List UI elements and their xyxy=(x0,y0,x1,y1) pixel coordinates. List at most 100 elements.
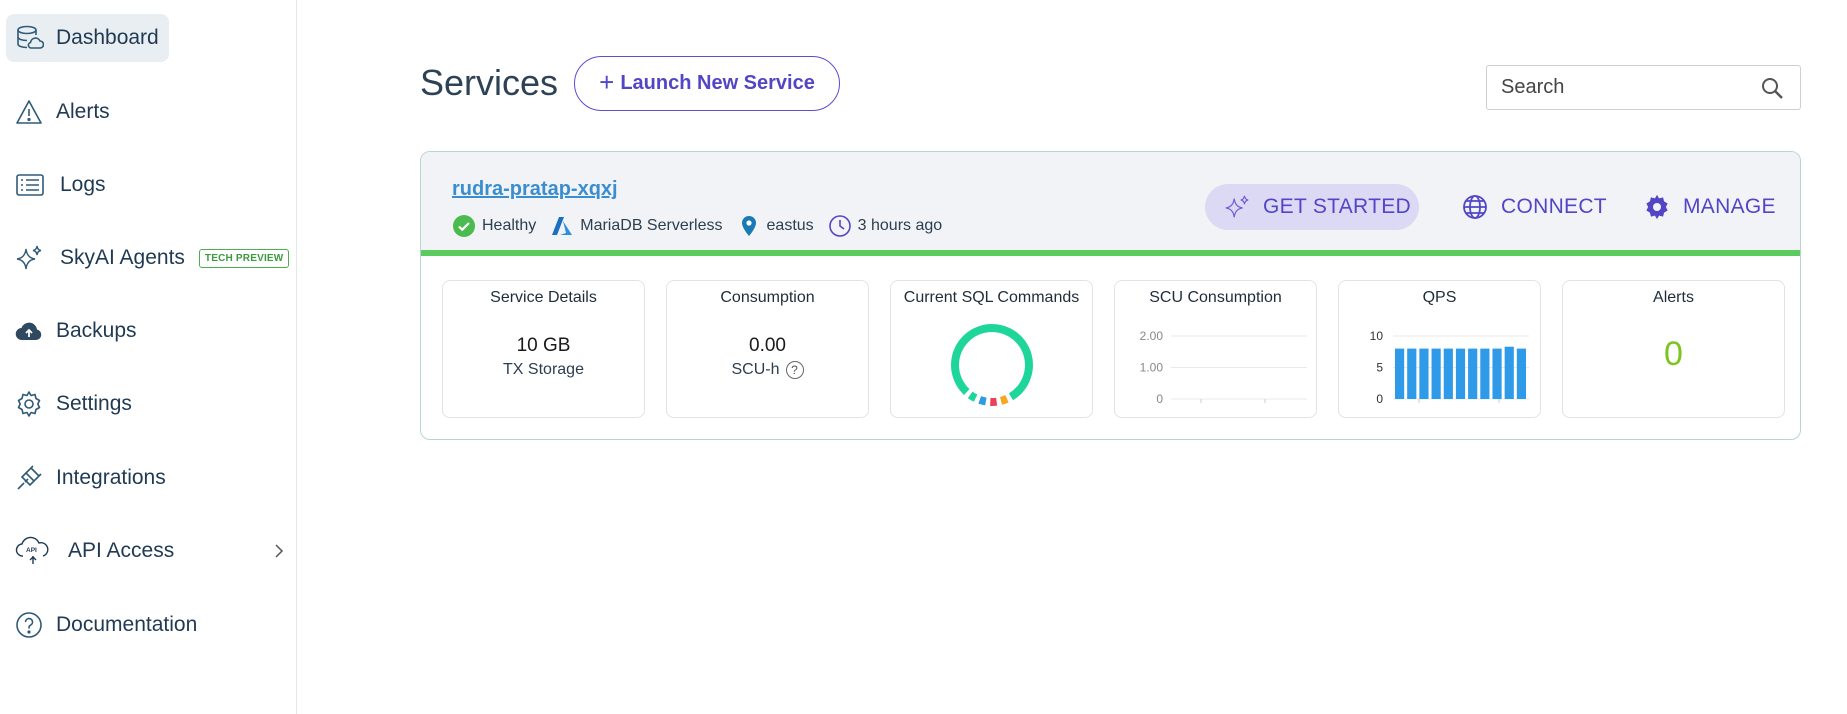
plus-icon: + xyxy=(599,67,615,97)
sidebar-item-skyai-agents[interactable]: SkyAI Agents TECH PREVIEW xyxy=(6,234,299,282)
gear-icon xyxy=(14,389,44,419)
search-input[interactable] xyxy=(1501,76,1741,99)
created-text: 3 hours ago xyxy=(857,217,943,234)
status-badge: Healthy xyxy=(452,214,536,238)
service-region: eastus xyxy=(737,214,814,238)
sidebar-item-label: API Access xyxy=(68,539,175,562)
page-title: Services xyxy=(420,62,559,103)
sparkle-icon xyxy=(1225,195,1249,218)
tile-title: Consumption xyxy=(720,289,815,306)
sidebar-item-dashboard[interactable]: Dashboard xyxy=(6,14,169,62)
y-tick-label: 0 xyxy=(1376,392,1383,406)
y-tick-label: 5 xyxy=(1376,361,1383,375)
sidebar: Dashboard Alerts Logs SkyAI Agents TECH … xyxy=(0,0,297,714)
donut-segment xyxy=(999,395,1009,405)
connect-label: CONNECT xyxy=(1501,195,1607,218)
sidebar-item-label: Integrations xyxy=(56,466,166,489)
donut-segment xyxy=(967,391,978,402)
qps-bar xyxy=(1455,348,1466,399)
qps-bar xyxy=(1504,346,1514,399)
sidebar-item-backups[interactable]: Backups xyxy=(6,307,147,355)
sidebar-item-label: SkyAI Agents xyxy=(60,246,185,269)
search-box xyxy=(1486,65,1801,110)
consumption-unit: SCU-h ? xyxy=(667,361,868,379)
status-text: Healthy xyxy=(482,217,537,234)
launch-new-service-button[interactable]: + Launch New Service xyxy=(574,56,840,111)
y-tick-label: 2.00 xyxy=(1140,329,1164,343)
sidebar-item-settings[interactable]: Settings xyxy=(6,380,142,428)
plug-icon xyxy=(14,463,44,493)
get-started-label: GET STARTED xyxy=(1263,195,1411,218)
storage-label: TX Storage xyxy=(443,361,644,379)
sidebar-item-label: Backups xyxy=(56,319,137,342)
y-tick-label: 1.00 xyxy=(1140,361,1164,375)
sql-commands-tile[interactable]: Current SQL Commands xyxy=(890,280,1093,418)
service-details-tile[interactable]: Service Details 10 GB TX Storage xyxy=(442,280,645,418)
y-tick-label: 0 xyxy=(1156,392,1163,406)
launch-button-label: Launch New Service xyxy=(620,72,815,94)
cloud-api-icon: API xyxy=(14,536,52,566)
help-circle-icon xyxy=(14,610,44,640)
service-type: MariaDB Serverless xyxy=(550,214,723,238)
service-meta: Healthy MariaDB Serverless eastus 3 hour… xyxy=(452,214,956,238)
qps-bar xyxy=(1492,348,1502,399)
sidebar-item-api-access[interactable]: API API Access xyxy=(6,527,291,575)
sidebar-item-label: Settings xyxy=(56,392,132,415)
sidebar-item-label: Logs xyxy=(60,173,106,196)
list-icon xyxy=(14,170,44,200)
consumption-tile[interactable]: Consumption 0.00 SCU-h ? xyxy=(666,280,869,418)
sidebar-item-alerts[interactable]: Alerts xyxy=(6,88,120,136)
globe-icon xyxy=(1463,195,1487,219)
check-circle-icon xyxy=(453,215,475,237)
y-tick-label: 10 xyxy=(1370,329,1384,343)
manage-button[interactable]: MANAGE xyxy=(1623,184,1776,230)
sparkle-icon xyxy=(14,243,44,273)
database-icon xyxy=(14,23,44,53)
service-type-text: MariaDB Serverless xyxy=(580,217,723,234)
qps-tile[interactable]: QPS 10 5 0 xyxy=(1338,280,1541,418)
scu-consumption-tile[interactable]: SCU Consumption 2.00 1.00 0 xyxy=(1114,280,1317,418)
service-name-link[interactable]: rudra-pratap-xqxj xyxy=(452,178,618,201)
tech-preview-badge: TECH PREVIEW xyxy=(198,248,290,268)
donut-segment xyxy=(978,396,987,406)
service-age: 3 hours ago xyxy=(828,214,943,238)
qps-bar xyxy=(1480,348,1490,399)
chevron-right-icon[interactable] xyxy=(272,544,286,558)
qps-bar xyxy=(1468,348,1478,399)
tile-title: Service Details xyxy=(490,289,597,306)
sidebar-item-label: Alerts xyxy=(56,100,110,123)
manage-label: MANAGE xyxy=(1683,195,1776,218)
azure-icon xyxy=(552,217,573,235)
donut-segment xyxy=(951,324,1033,401)
clock-icon xyxy=(828,215,851,237)
tile-title: Alerts xyxy=(1653,289,1694,306)
help-icon[interactable]: ? xyxy=(785,361,804,379)
qps-bar xyxy=(1443,348,1453,399)
qps-bar xyxy=(1419,348,1429,399)
sidebar-item-label: Documentation xyxy=(56,613,198,636)
alerts-count: 0 xyxy=(1664,335,1683,373)
qps-bar xyxy=(1407,348,1417,399)
qps-bar xyxy=(1395,348,1405,399)
search-icon[interactable] xyxy=(1760,76,1784,100)
connect-button[interactable]: CONNECT xyxy=(1441,184,1607,230)
sidebar-item-integrations[interactable]: Integrations xyxy=(6,454,176,502)
svg-text:API: API xyxy=(26,547,37,554)
sidebar-item-label: Dashboard xyxy=(56,26,159,49)
warning-icon xyxy=(14,97,44,127)
location-pin-icon xyxy=(741,216,756,236)
service-card-header: rudra-pratap-xqxj Healthy MariaDB Server… xyxy=(421,152,1800,256)
storage-label-text: TX Storage xyxy=(503,361,584,378)
region-text: eastus xyxy=(766,217,814,234)
qps-bar xyxy=(1516,348,1526,399)
qps-bar xyxy=(1431,348,1441,399)
gear-icon xyxy=(1646,194,1668,220)
sql-commands-donut-chart xyxy=(951,324,1033,406)
get-started-button[interactable]: GET STARTED xyxy=(1205,184,1419,230)
alerts-tile[interactable]: Alerts 0 xyxy=(1562,280,1785,418)
service-card: rudra-pratap-xqxj Healthy MariaDB Server… xyxy=(420,151,1801,440)
consumption-unit-text: SCU-h xyxy=(731,361,780,378)
sidebar-item-logs[interactable]: Logs xyxy=(6,161,116,209)
cloud-upload-icon xyxy=(14,316,44,346)
sidebar-item-documentation[interactable]: Documentation xyxy=(6,601,207,649)
